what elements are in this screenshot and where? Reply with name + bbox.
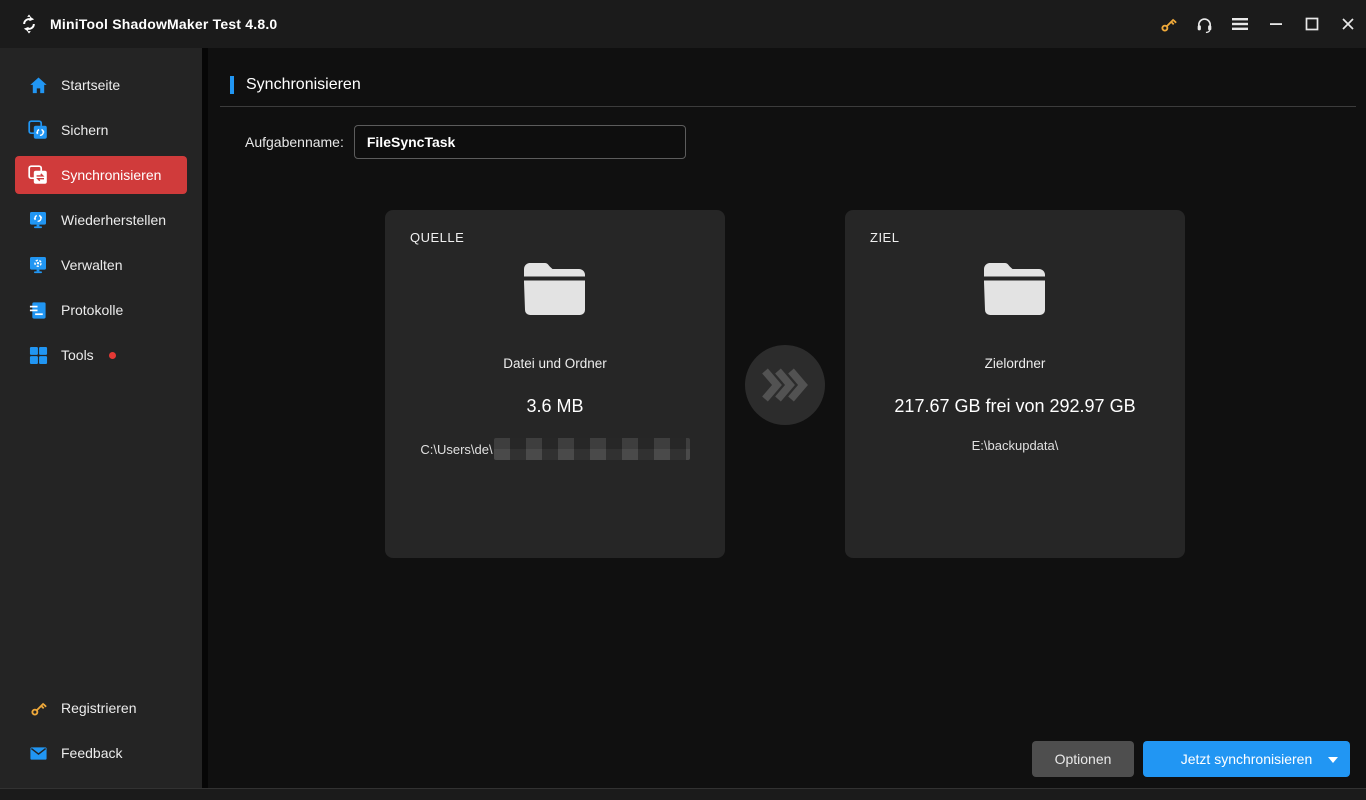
menu-button[interactable] bbox=[1222, 0, 1258, 48]
source-path: C:\Users\de\ bbox=[385, 438, 725, 460]
sidebar-item-label: Registrieren bbox=[61, 700, 137, 716]
source-path-prefix: C:\Users\de\ bbox=[420, 441, 493, 457]
sidebar-item-label: Startseite bbox=[61, 77, 121, 93]
app-logo-icon bbox=[18, 13, 40, 35]
window-bottom-strip bbox=[0, 788, 1366, 800]
heading-accent-bar bbox=[230, 76, 234, 94]
sidebar-item-feedback[interactable]: Feedback bbox=[15, 734, 187, 772]
chevron-down-icon[interactable] bbox=[1328, 757, 1338, 763]
target-type-label: Zielordner bbox=[984, 356, 1046, 371]
sidebar-item-label: Protokolle bbox=[61, 302, 124, 318]
notification-dot bbox=[108, 351, 116, 359]
source-path-redacted-block bbox=[493, 438, 690, 460]
sync-direction-arrows-icon bbox=[745, 345, 825, 425]
sync-now-button[interactable]: Jetzt synchronisieren bbox=[1143, 741, 1350, 777]
sync-now-label: Jetzt synchronisieren bbox=[1180, 751, 1313, 767]
sidebar-item-synchronisieren[interactable]: Synchronisieren bbox=[15, 156, 187, 194]
source-type-label: Datei und Ordner bbox=[503, 356, 607, 371]
backup-icon bbox=[28, 120, 48, 140]
folder-icon bbox=[982, 262, 1048, 321]
titlebar: MiniTool ShadowMaker Test 4.8.0 bbox=[0, 0, 1366, 48]
sidebar-item-label: Verwalten bbox=[61, 257, 123, 273]
page-heading: Synchronisieren bbox=[230, 76, 361, 94]
target-path: E:\backupdata\ bbox=[845, 438, 1185, 453]
app-title: MiniTool ShadowMaker Test 4.8.0 bbox=[50, 16, 278, 32]
sidebar-item-protokolle[interactable]: Protokolle bbox=[15, 291, 187, 329]
app-window: MiniTool ShadowMaker Test 4.8.0 Startsei… bbox=[0, 0, 1366, 800]
sidebar-item-sichern[interactable]: Sichern bbox=[15, 111, 187, 149]
sidebar-item-label: Wiederherstellen bbox=[61, 212, 167, 228]
titlebar-actions bbox=[1150, 0, 1366, 48]
sidebar-item-label: Synchronisieren bbox=[61, 167, 162, 183]
minimize-button[interactable] bbox=[1258, 0, 1294, 48]
sidebar-item-wiederherstellen[interactable]: Wiederherstellen bbox=[15, 201, 187, 239]
close-button[interactable] bbox=[1330, 0, 1366, 48]
home-icon bbox=[28, 75, 48, 95]
task-name-label: Aufgabenname: bbox=[245, 134, 344, 150]
source-card-title: QUELLE bbox=[410, 230, 465, 245]
sidebar: Startseite Sichern Synchronisieren Wiede… bbox=[0, 48, 202, 788]
source-size-label: 3.6 MB bbox=[526, 396, 584, 416]
sidebar-item-label: Sichern bbox=[61, 122, 109, 138]
target-path-text: E:\backupdata\ bbox=[971, 438, 1059, 453]
sidebar-item-label: Tools bbox=[61, 347, 94, 363]
manage-icon bbox=[28, 255, 48, 275]
support-headset-button[interactable] bbox=[1186, 0, 1222, 48]
task-name-row: Aufgabenname: bbox=[245, 125, 686, 159]
sidebar-item-label: Feedback bbox=[61, 745, 123, 761]
sidebar-item-verwalten[interactable]: Verwalten bbox=[15, 246, 187, 284]
maximize-button[interactable] bbox=[1294, 0, 1330, 48]
sidebar-item-tools[interactable]: Tools bbox=[15, 336, 187, 374]
sidebar-footer: Registrieren Feedback bbox=[0, 689, 202, 779]
target-card-title: ZIEL bbox=[870, 230, 900, 245]
options-button[interactable]: Optionen bbox=[1032, 741, 1134, 777]
sidebar-nav: Startseite Sichern Synchronisieren Wiede… bbox=[0, 48, 202, 374]
register-key-button[interactable] bbox=[1150, 0, 1186, 48]
key-icon bbox=[28, 698, 48, 718]
heading-separator bbox=[220, 106, 1356, 107]
mail-icon bbox=[28, 743, 48, 763]
logs-icon bbox=[28, 300, 48, 320]
page-title: Synchronisieren bbox=[246, 76, 361, 93]
sync-icon bbox=[28, 165, 48, 185]
folder-icon bbox=[522, 262, 588, 321]
restore-icon bbox=[28, 210, 48, 230]
main-content: Synchronisieren Aufgabenname: QUELLE Dat… bbox=[208, 48, 1366, 788]
tools-grid-icon bbox=[28, 345, 48, 365]
target-space-label: 217.67 GB frei von 292.97 GB bbox=[894, 396, 1136, 416]
sidebar-item-startseite[interactable]: Startseite bbox=[15, 66, 187, 104]
sidebar-item-registrieren[interactable]: Registrieren bbox=[15, 689, 187, 727]
task-name-input[interactable] bbox=[353, 125, 686, 159]
source-card[interactable]: QUELLE Datei und Ordner 3.6 MB C:\Users\… bbox=[385, 210, 725, 558]
target-card[interactable]: ZIEL Zielordner 217.67 GB frei von 292.9… bbox=[845, 210, 1185, 558]
